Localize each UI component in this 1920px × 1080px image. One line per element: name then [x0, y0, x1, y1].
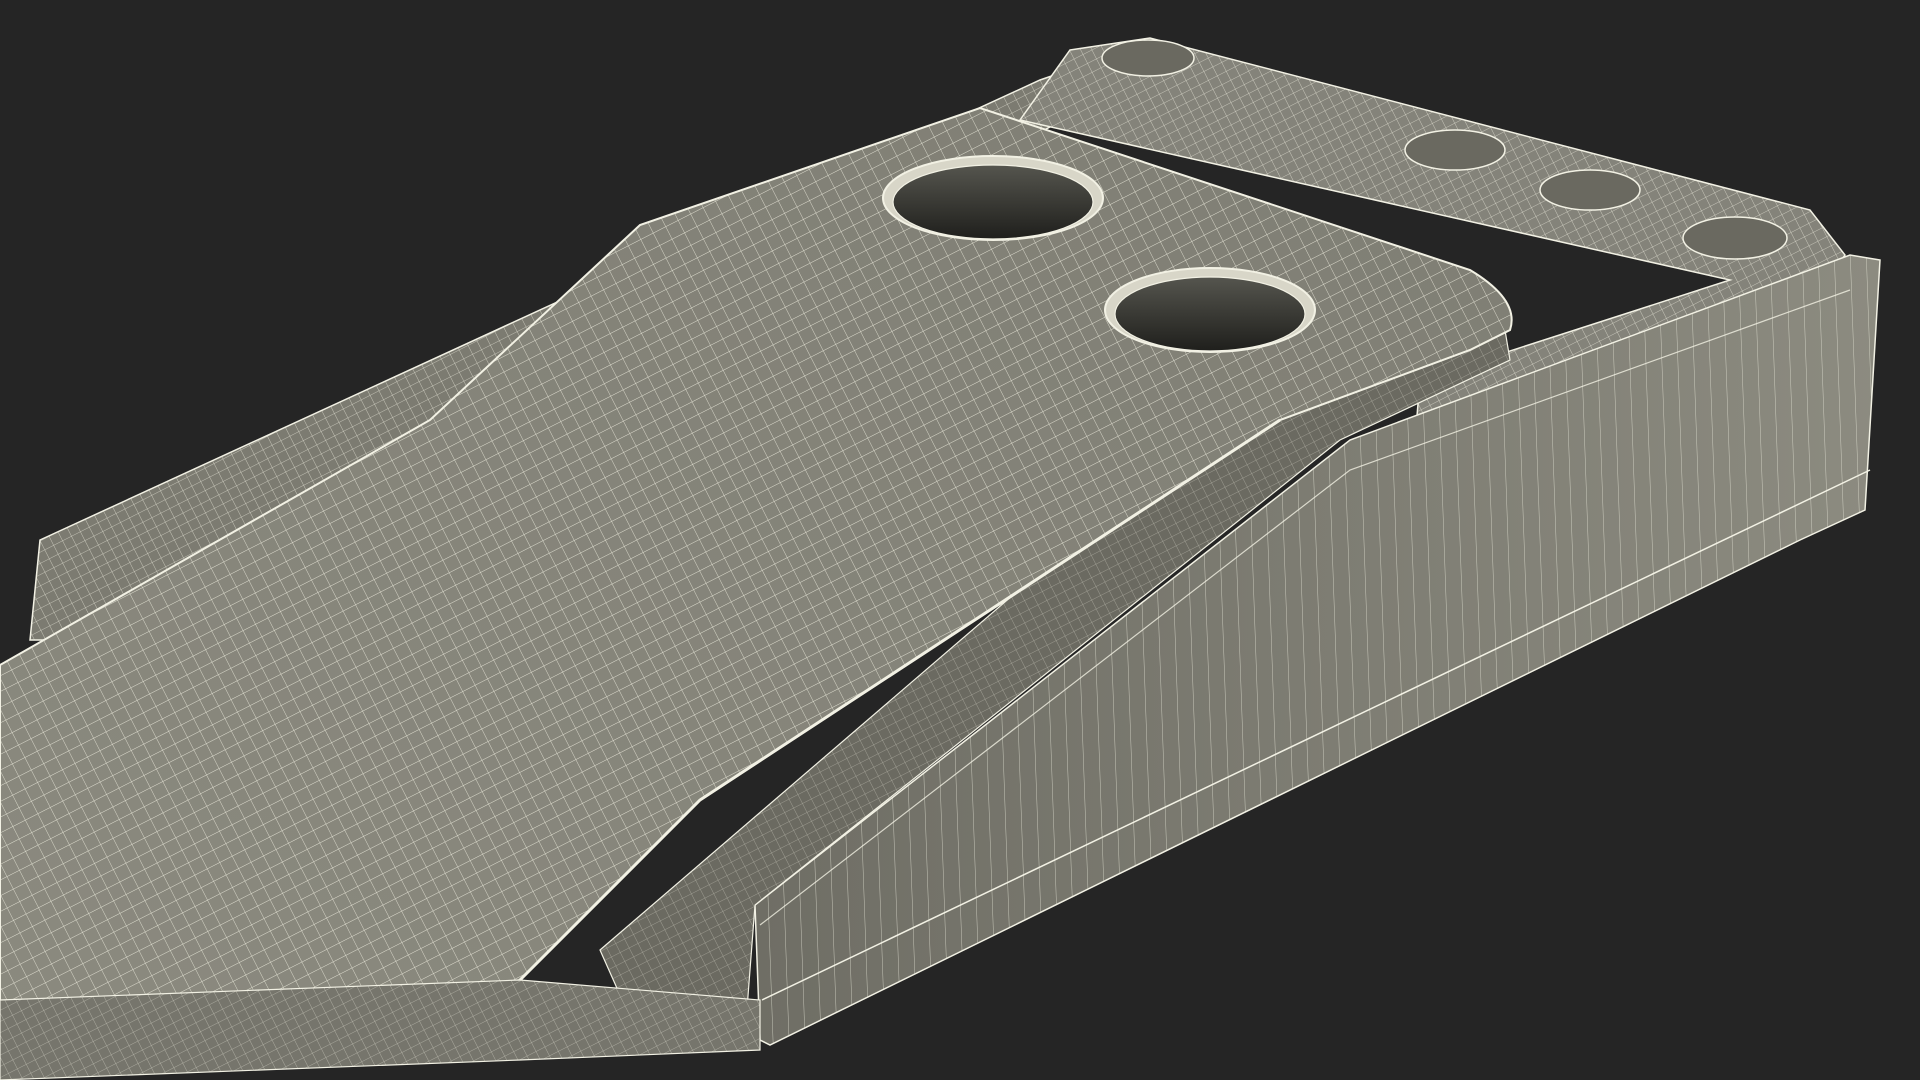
wireframe-render-canvas — [0, 37, 1881, 1080]
rim-bolt-hole-4 — [1682, 216, 1788, 260]
rim-bolt-hole-2 — [1404, 129, 1506, 171]
rim-bolt-hole-3 — [1539, 169, 1641, 211]
ramp-hole-lower — [1104, 267, 1316, 353]
ramp-hole-upper — [882, 155, 1104, 241]
rim-bolt-hole-1 — [1101, 39, 1195, 77]
